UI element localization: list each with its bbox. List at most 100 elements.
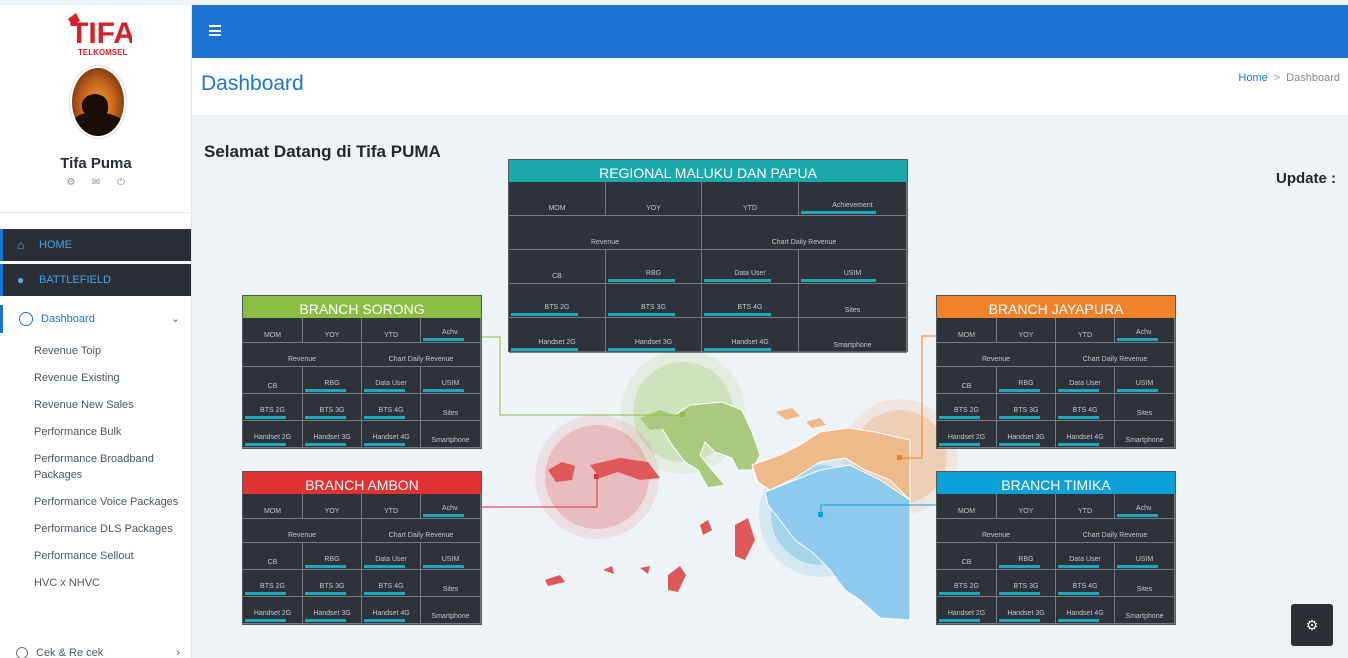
metric-label: Sites [844,307,861,314]
gear-icon: ⚙ [1305,616,1319,633]
timika-marker [818,512,823,517]
tifa-logo[interactable]: TIFA TELKOMSEL [62,9,132,61]
metric-cell: Revenue [509,216,702,250]
metric-cell: Data User [1056,543,1115,570]
submenu-item[interactable]: Performance Sellout [34,548,189,564]
metric-label: Chart Daily Revenue [388,532,454,539]
breadcrumb: Home > Dashboard [1238,72,1340,84]
submenu-item[interactable]: Revenue Existing [34,370,189,386]
metric-label: Sites [442,410,459,417]
sidebar-item-cek[interactable]: Cek & Re cek › [0,643,191,658]
metric-label: Handset 2G [947,610,986,617]
submenu-item[interactable]: Performance DLS Packages [34,521,189,537]
metric-label: BTS 3G [319,583,345,590]
metric-label: Handset 2G [253,434,292,441]
branch-sorong-title: BRANCH SORONG [243,296,481,318]
metric-label: Smartphone [431,613,470,620]
branch-ambon-panel[interactable]: BRANCH AMBON MOM YOY YTD Achv. Revenue Chart … [242,471,482,625]
metric-cell: BTS 2G [937,570,997,597]
metric-cell: Smartphone [421,421,481,448]
gear-icon[interactable]: ⚙ [66,177,77,188]
metric-label: RBG [1018,380,1034,387]
metric-cell: USIM [1115,543,1175,570]
metric-bar [1058,416,1099,419]
metric-label: Data User [375,556,407,563]
metric-label: Smartphone [431,437,470,444]
sidebar-item-label: BATTLEFIELD [39,274,111,286]
submenu-item[interactable]: HVC x NHVC [34,575,189,591]
tanimbar-shape [668,566,686,592]
metric-label: Handset 2G [538,339,576,346]
metric-cell: Handset 3G [997,421,1056,448]
chevron-right-icon: › [176,647,180,658]
branch-timika-panel[interactable]: BRANCH TIMIKA MOM YOY YTD Achv. Revenue Chart… [936,471,1176,625]
metric-label: YOY [1018,332,1034,339]
branch-jayapura-panel[interactable]: BRANCH JAYAPURA MOM YOY YTD Achv. Revenue Cha… [936,295,1176,449]
regional-panel[interactable]: REGIONAL MALUKU DAN PAPUA MOM YOY YTD Achie… [508,159,908,353]
metric-bar [608,348,675,351]
metric-cell: Sites [1115,394,1175,421]
metric-cell: Smartphone [1115,421,1175,448]
metric-label: Handset 3G [1007,610,1045,617]
metric-cell: BTS 3G [303,570,362,597]
submenu-item[interactable]: Performance Voice Packages [34,494,189,510]
branch-jayapura-title: BRANCH JAYAPURA [937,296,1175,318]
metric-label: YOY [1018,508,1034,515]
metric-label: CB [267,559,278,566]
sidebar-item-home[interactable]: ⌂ HOME [0,229,191,261]
papua-north-shape [751,427,911,502]
metric-label: RBG [1018,556,1034,563]
metric-bar [511,313,579,316]
metric-cell: BTS 4G [1056,394,1115,421]
metric-bar [704,348,772,351]
metric-label: MOM [548,205,566,212]
metric-cell: BTS 2G [243,570,303,597]
submenu-item[interactable]: Revenue New Sales [34,397,189,413]
metric-label: USIM [441,556,460,563]
metric-cell: BTS 3G [606,284,702,318]
timika-connector [820,504,936,515]
branch-ambon-grid: MOM YOY YTD Achv. Revenue Chart Daily Revenue… [243,494,481,624]
metric-bar [704,279,772,282]
dashboard-submenu: Revenue Toip Revenue Existing Revenue Ne… [34,343,189,602]
metric-label: BTS 4G [378,583,404,590]
metric-cell: BTS 3G [303,394,362,421]
timika-halo [759,453,883,577]
metric-label: YTD [384,332,398,339]
metric-bar [423,565,465,568]
metric-cell: CB [243,543,303,570]
dashboard-icon [19,312,33,326]
sidebar-item-battlefield[interactable]: ● BATTLEFIELD [0,264,191,296]
metric-label: Sites [1136,410,1153,417]
submenu-item[interactable]: Revenue Toip [34,343,189,359]
avatar[interactable] [70,66,126,138]
metric-bar [939,443,981,446]
metric-label: YTD [1078,332,1092,339]
submenu-item[interactable]: Performance Bulk [34,424,189,440]
metric-bar [245,443,287,446]
power-icon[interactable]: ⏻ [116,177,127,188]
branch-timika-title: BRANCH TIMIKA [937,472,1175,494]
mail-icon[interactable]: ✉ [91,177,102,188]
settings-button[interactable]: ⚙ [1291,604,1333,646]
metric-bar [423,514,465,517]
metric-cell: Data User [362,367,421,394]
sidebar-item-dashboard[interactable]: Dashboard ⌄ [0,305,191,333]
metric-cell: CB [937,367,997,394]
metric-cell: MOM [937,494,997,519]
metric-bar [245,416,287,419]
branch-sorong-panel[interactable]: BRANCH SORONG MOM YOY YTD Achv. Revenue Chart… [242,295,482,449]
biak-shape [776,408,800,420]
sidebar: TIFA TELKOMSEL Tifa Puma ⚙ ✉ ⏻ ⌂ HOME ● … [0,5,192,658]
metric-bar [939,416,981,419]
metric-label: BTS 4G [1072,583,1098,590]
hamburger-icon[interactable] [209,25,221,36]
breadcrumb-home[interactable]: Home [1238,72,1267,84]
metric-cell: Handset 4G [1056,597,1115,624]
metric-cell: Handset 4G [362,421,421,448]
metric-label: YTD [1078,508,1092,515]
submenu-item[interactable]: Performance Broadband Packages [34,451,189,483]
sorong-circle [633,362,733,462]
metric-cell: Chart Daily Revenue [1056,343,1175,367]
metric-bar [305,443,346,446]
